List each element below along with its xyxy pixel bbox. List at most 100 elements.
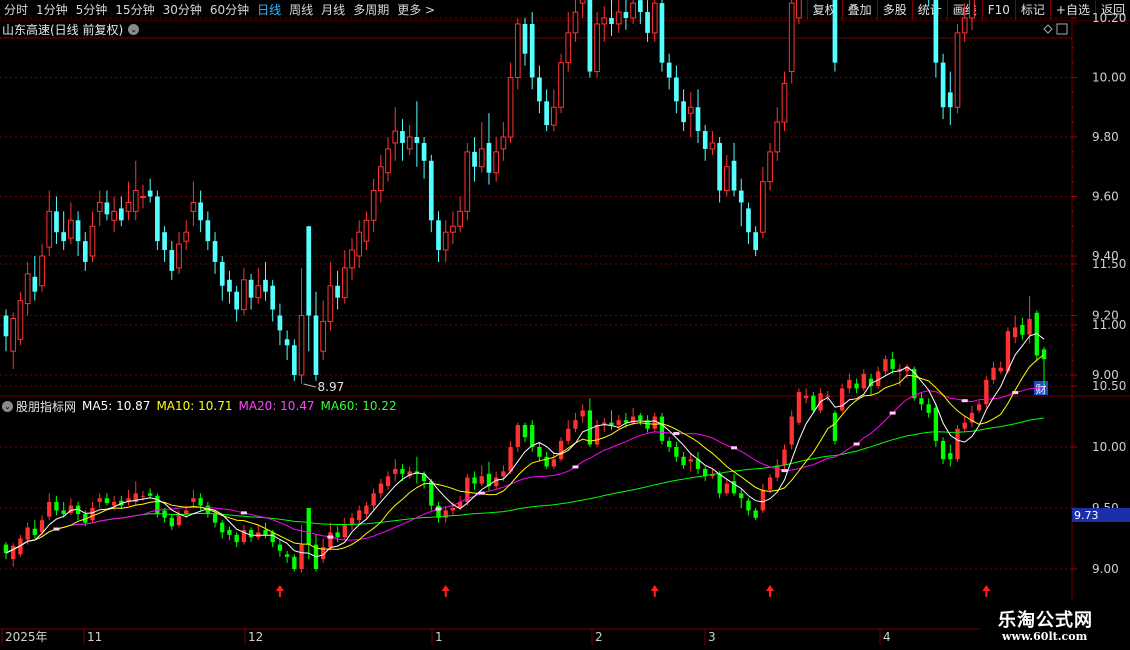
main-candle-body[interactable] [565, 32, 572, 64]
ind-candle-body[interactable] [566, 428, 571, 441]
main-candle-body[interactable] [111, 210, 117, 221]
ind-candle-body[interactable] [306, 508, 311, 545]
main-candle-body[interactable] [190, 201, 197, 212]
ind-candle-body[interactable] [1005, 331, 1011, 372]
ind-candle-body[interactable] [378, 483, 383, 494]
main-candle-body[interactable] [377, 166, 384, 192]
main-candle-body[interactable] [227, 279, 232, 292]
ind-candle-body[interactable] [573, 420, 578, 429]
main-candle-body[interactable] [522, 23, 528, 54]
ind-candle-body[interactable] [220, 522, 225, 533]
ind-candle-body[interactable] [724, 483, 729, 494]
main-candle-body[interactable] [428, 160, 434, 221]
main-candle-body[interactable] [363, 219, 370, 242]
ind-candle-body[interactable] [530, 425, 535, 447]
ind-candle-body[interactable] [659, 416, 665, 441]
ind-candle-body[interactable] [760, 489, 766, 511]
main-candle-body[interactable] [550, 106, 557, 126]
ind-candle-body[interactable] [508, 447, 513, 472]
main-candle-body[interactable] [255, 285, 262, 299]
main-candle-body[interactable] [61, 232, 67, 242]
ind-candle-body[interactable] [940, 440, 946, 460]
main-candle-body[interactable] [947, 92, 953, 108]
main-candle-body[interactable] [687, 106, 694, 114]
ind-candle-body[interactable] [357, 510, 362, 521]
main-candle-body[interactable] [234, 291, 240, 310]
main-candle-body[interactable] [140, 196, 146, 198]
ind-candle-body[interactable] [984, 379, 989, 405]
main-candle-body[interactable] [651, 2, 658, 34]
ind-candle-body[interactable] [767, 477, 773, 490]
main-candle-body[interactable] [341, 267, 348, 299]
main-candle-body[interactable] [753, 232, 759, 251]
main-candle-body[interactable] [774, 121, 781, 153]
main-candle-body[interactable] [349, 249, 355, 269]
main-candle-body[interactable] [478, 148, 485, 168]
ind-candle-body[interactable] [832, 412, 838, 441]
main-candle-body[interactable] [788, 2, 795, 73]
ind-candle-body[interactable] [191, 498, 196, 502]
ind-candle-body[interactable] [782, 449, 787, 466]
ind-candle-body[interactable] [883, 359, 888, 372]
ind-candle-body[interactable] [825, 395, 830, 397]
main-candle-body[interactable] [46, 210, 53, 248]
main-candle-body[interactable] [630, 2, 636, 19]
main-candle-body[interactable] [17, 300, 24, 340]
ind-candle-body[interactable] [342, 525, 347, 538]
ind-candle-body[interactable] [198, 498, 203, 506]
main-candle-body[interactable] [162, 232, 167, 251]
main-candle-body[interactable] [421, 142, 427, 161]
main-candle-body[interactable] [306, 226, 312, 316]
main-candle-body[interactable] [666, 62, 672, 78]
ind-candle-body[interactable] [688, 459, 693, 462]
ind-candle-body[interactable] [234, 534, 239, 543]
main-candle-body[interactable] [637, 0, 643, 13]
ind-candle-body[interactable] [919, 398, 924, 405]
main-candle-body[interactable] [205, 220, 211, 242]
main-candle-body[interactable] [212, 241, 218, 262]
main-candle-body[interactable] [82, 241, 88, 262]
ind-candle-body[interactable] [861, 373, 866, 389]
ind-candle-body[interactable] [270, 532, 275, 543]
ind-candle-body[interactable] [926, 404, 931, 413]
ind-candle-body[interactable] [638, 415, 643, 421]
ind-candle-body[interactable] [955, 428, 960, 460]
ind-candle-body[interactable] [292, 556, 297, 569]
ind-candle-body[interactable] [184, 510, 189, 515]
ind-candle-body[interactable] [609, 422, 614, 426]
main-candle-body[interactable] [537, 77, 542, 102]
ind-candle-body[interactable] [789, 416, 794, 445]
ind-candle-body[interactable] [97, 498, 102, 502]
main-candle-body[interactable] [514, 23, 521, 78]
ind-candle-body[interactable] [169, 517, 174, 527]
ind-candle-body[interactable] [429, 481, 434, 506]
ind-candle-body[interactable] [991, 367, 996, 380]
main-candle-body[interactable] [594, 23, 600, 73]
window-icon[interactable] [1056, 23, 1068, 35]
ind-candle-body[interactable] [840, 388, 845, 411]
main-candle-body[interactable] [219, 261, 225, 286]
ind-candle-body[interactable] [104, 498, 110, 504]
ind-candle-body[interactable] [32, 528, 37, 535]
main-candle-body[interactable] [940, 62, 946, 108]
ind-candle-body[interactable] [847, 379, 852, 389]
chart-canvas[interactable]: 11.2011.0010.8010.6010.4010.2010.009.809… [0, 0, 1130, 650]
ind-candle-body[interactable] [803, 395, 809, 399]
main-candle-body[interactable] [702, 131, 708, 149]
main-candle-body[interactable] [464, 151, 471, 212]
main-candle-body[interactable] [832, 0, 838, 63]
main-candle-body[interactable] [529, 23, 535, 78]
main-candle-body[interactable] [176, 243, 182, 269]
ind-candle-body[interactable] [551, 459, 556, 467]
ind-candle-body[interactable] [890, 359, 895, 369]
main-candle-body[interactable] [709, 142, 716, 150]
main-candle-body[interactable] [54, 211, 59, 233]
main-candle-body[interactable] [601, 17, 608, 25]
ind-candle-body[interactable] [212, 514, 218, 523]
main-candle-body[interactable] [183, 231, 190, 242]
diamond-icon[interactable] [1043, 24, 1053, 34]
ind-candle-body[interactable] [746, 500, 751, 511]
ind-candle-body[interactable] [436, 505, 441, 518]
main-candle-body[interactable] [414, 137, 420, 143]
main-candle-body[interactable] [472, 151, 477, 167]
